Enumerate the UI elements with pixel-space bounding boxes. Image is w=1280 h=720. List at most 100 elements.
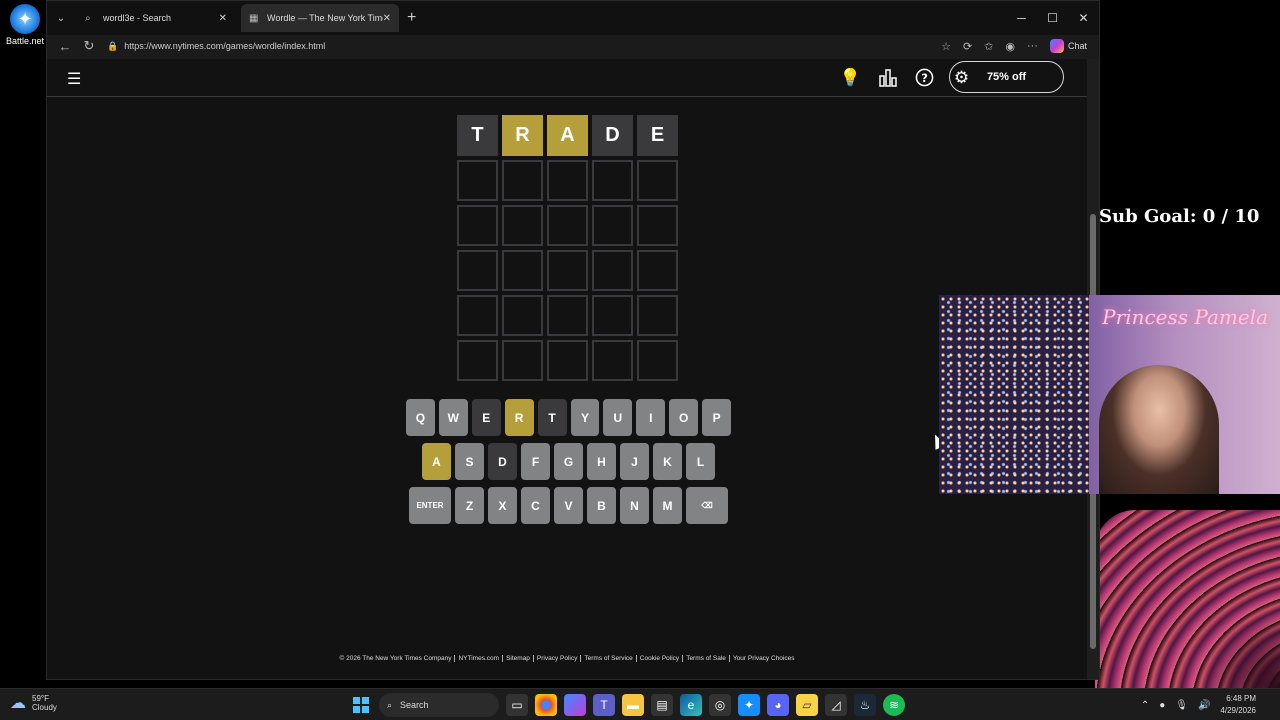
board-tile (502, 205, 543, 246)
footer-link[interactable]: Your Privacy Choices (730, 655, 798, 662)
key-h[interactable]: H (587, 443, 616, 480)
board-tile (637, 340, 678, 381)
lock-icon[interactable]: 🔒 (107, 41, 118, 52)
key-a[interactable]: A (422, 443, 451, 480)
key-d[interactable]: D (488, 443, 517, 480)
spotify-icon[interactable]: ≋ (883, 694, 905, 716)
more-menu-icon[interactable]: ··· (1027, 40, 1038, 52)
subscribe-sale-button[interactable]: 75% off (949, 61, 1064, 93)
volume-icon[interactable]: 🔊 (1198, 700, 1210, 711)
tab-search[interactable]: ⌕ wordl3e - Search ✕ (77, 4, 235, 32)
footer-link[interactable]: Terms of Sale (683, 655, 730, 662)
copilot-app-icon[interactable] (564, 694, 586, 716)
key-o[interactable]: O (669, 399, 699, 436)
key-w[interactable]: W (438, 399, 468, 436)
sticky-notes-icon[interactable]: ▱ (796, 694, 818, 716)
tab-actions-chevron-icon[interactable]: ⌄ (51, 8, 71, 28)
close-tab-icon[interactable]: ✕ (219, 13, 227, 24)
taskbar-search-label: Search (400, 700, 429, 710)
chrome-icon[interactable] (535, 694, 557, 716)
battlenet-taskbar-icon[interactable]: ✦ (738, 694, 760, 716)
key-p[interactable]: P (702, 399, 732, 436)
minimize-icon[interactable]: ─ (1006, 1, 1037, 35)
chat-button[interactable]: Chat (1049, 39, 1087, 53)
time: 6:48 PM (1226, 694, 1256, 703)
stats-icon[interactable] (877, 67, 898, 88)
discord-icon[interactable]: ◕ (767, 694, 789, 716)
footer-link[interactable]: © 2026 The New York Times Company (336, 655, 456, 662)
app-icon[interactable]: ◿ (825, 694, 847, 716)
footer-link[interactable]: Cookie Policy (636, 655, 684, 662)
key-z[interactable]: Z (455, 487, 484, 524)
profile-icon[interactable]: ◉ (1005, 40, 1015, 53)
key-v[interactable]: V (554, 487, 583, 524)
footer-link[interactable]: NYTimes.com (455, 655, 504, 662)
cloud-icon: ☁ (10, 695, 26, 712)
key-l[interactable]: L (686, 443, 715, 480)
footer-link[interactable]: Terms of Service (581, 655, 637, 662)
key-f[interactable]: F (521, 443, 550, 480)
backspace-key[interactable]: ⌫ (686, 487, 728, 524)
close-window-icon[interactable]: ✕ (1068, 1, 1099, 35)
battlenet-shortcut[interactable]: ✦ Battle.net (6, 4, 44, 46)
taskbar-search[interactable]: ⌕ Search (379, 693, 499, 717)
steam-icon[interactable]: ♨ (854, 694, 876, 716)
new-tab-button[interactable]: + (407, 9, 416, 27)
edge-icon[interactable]: e (680, 694, 702, 716)
obs-icon[interactable]: ◎ (709, 694, 731, 716)
key-i[interactable]: I (636, 399, 666, 436)
url-text: https://www.nytimes.com/games/wordle/ind… (124, 41, 326, 51)
board-tile (637, 205, 678, 246)
help-icon[interactable]: ? (914, 67, 935, 88)
battlenet-icon: ✦ (10, 4, 40, 34)
board-tile (502, 340, 543, 381)
keyboard-row: ASDFGHJKL (406, 443, 731, 480)
key-g[interactable]: G (554, 443, 583, 480)
key-q[interactable]: Q (405, 399, 435, 436)
weather-widget[interactable]: ☁ 59°F Cloudy (10, 693, 57, 713)
board-tile (457, 250, 498, 291)
microphone-icon[interactable]: 🎙 (1175, 700, 1188, 711)
maximize-icon[interactable]: ☐ (1037, 1, 1068, 35)
key-k[interactable]: K (653, 443, 682, 480)
key-r[interactable]: R (504, 399, 534, 436)
file-explorer-icon[interactable]: ▬ (622, 694, 644, 716)
close-tab-icon[interactable]: ✕ (383, 13, 391, 24)
key-b[interactable]: B (587, 487, 616, 524)
favorite-star-icon[interactable]: ☆ (941, 40, 951, 53)
tab-wordle[interactable]: ▦ Wordle — The New York Times ✕ (241, 4, 399, 32)
key-e[interactable]: E (471, 399, 501, 436)
key-m[interactable]: M (653, 487, 682, 524)
back-icon[interactable]: ← (53, 39, 77, 54)
board-tile (547, 340, 588, 381)
clock[interactable]: 6:48 PM 4/29/2026 (1220, 693, 1256, 717)
footer-link[interactable]: Privacy Policy (533, 655, 582, 662)
refresh-icon[interactable]: ↻ (77, 38, 101, 54)
start-button[interactable] (350, 694, 372, 716)
teams-icon[interactable]: T (593, 694, 615, 716)
tray-app-icon[interactable]: ● (1159, 700, 1165, 711)
key-x[interactable]: X (488, 487, 517, 524)
battlenet-label: Battle.net (6, 36, 45, 46)
key-j[interactable]: J (620, 443, 649, 480)
url-field[interactable]: 🔒 https://www.nytimes.com/games/wordle/i… (101, 36, 941, 56)
keyboard-row: QWERTYUIOP (405, 399, 732, 436)
favorites-icon[interactable]: ✩ (984, 40, 993, 53)
lightbulb-icon[interactable]: 💡 (840, 67, 861, 88)
extensions-icon[interactable]: ⟳ (963, 40, 972, 53)
key-y[interactable]: Y (570, 399, 600, 436)
task-view-icon[interactable]: ▭ (506, 694, 528, 716)
board-tile (457, 295, 498, 336)
key-u[interactable]: U (603, 399, 633, 436)
string-lights-background (939, 295, 1089, 494)
footer-link[interactable]: Sitemap (503, 655, 534, 662)
hamburger-menu-icon[interactable]: ☰ (67, 69, 81, 89)
key-n[interactable]: N (620, 487, 649, 524)
store-icon[interactable]: ▤ (651, 694, 673, 716)
weather-condition: Cloudy (32, 703, 57, 712)
key-c[interactable]: C (521, 487, 550, 524)
chevron-up-icon[interactable]: ⌃ (1141, 700, 1149, 711)
key-s[interactable]: S (455, 443, 484, 480)
enter-key[interactable]: ENTER (409, 487, 451, 524)
key-t[interactable]: T (537, 399, 567, 436)
